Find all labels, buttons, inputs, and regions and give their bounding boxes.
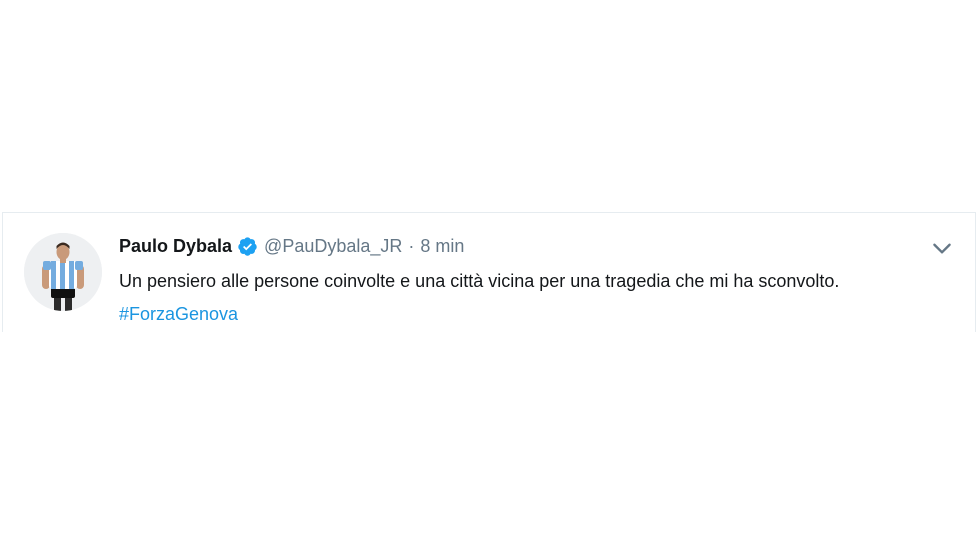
hashtag-link[interactable]: #ForzaGenova xyxy=(119,304,238,324)
avatar-image xyxy=(24,233,102,311)
avatar[interactable] xyxy=(24,233,102,311)
tweet-timestamp[interactable]: 8 min xyxy=(420,236,464,257)
author-name[interactable]: Paulo Dybala xyxy=(119,236,232,257)
tweet-header: Paulo Dybala @PauDybala_JR · 8 min xyxy=(119,233,464,259)
chevron-down-icon[interactable] xyxy=(929,235,955,261)
meta-separator: · xyxy=(408,235,415,256)
verified-badge-icon xyxy=(238,236,257,256)
author-handle[interactable]: @PauDybala_JR xyxy=(264,236,402,257)
tweet-body: Un pensiero alle persone coinvolte e una… xyxy=(119,271,840,291)
tweet-text: Un pensiero alle persone coinvolte e una… xyxy=(119,265,949,331)
tweet-card[interactable]: Paulo Dybala @PauDybala_JR · 8 min Un pe… xyxy=(2,212,976,332)
